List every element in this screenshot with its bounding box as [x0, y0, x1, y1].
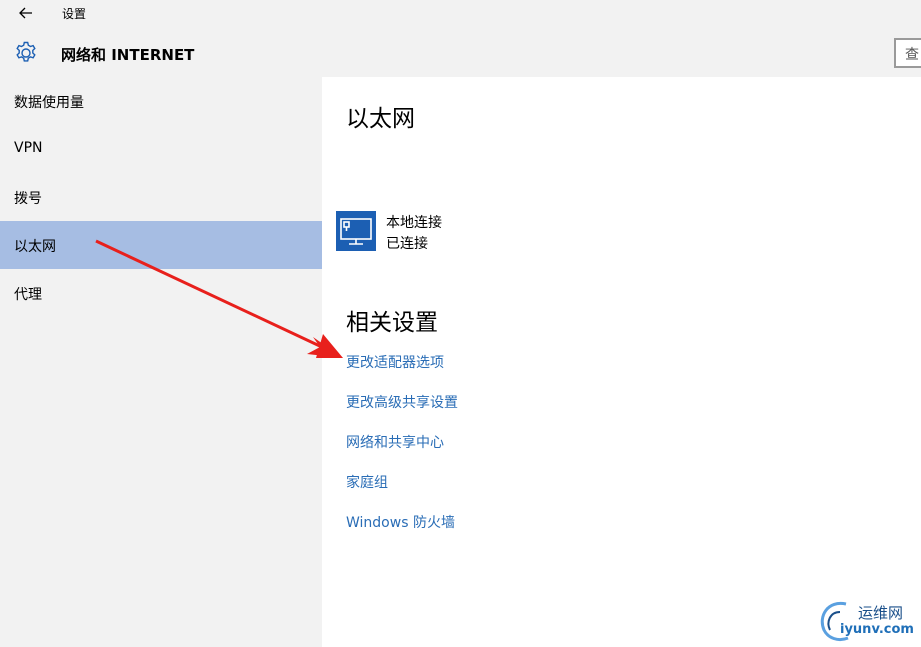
sidebar-item-dial-up[interactable]: 拨号: [0, 173, 322, 221]
window-title: 设置: [62, 7, 87, 21]
watermark-logo: 运维网 iyunv.com: [816, 598, 920, 644]
link-network-sharing-center[interactable]: 网络和共享中心: [346, 432, 444, 452]
gear-icon: [16, 41, 36, 62]
ethernet-monitor-icon: [340, 218, 372, 245]
sidebar-item-vpn[interactable]: VPN: [0, 125, 322, 173]
main-content: 以太网 本地连接 已连接 相关设置 更改适配器选项 更改高级共享设置 网络和共享…: [322, 77, 921, 647]
section-heading-related-settings: 相关设置: [346, 310, 438, 336]
link-homegroup[interactable]: 家庭组: [346, 472, 388, 492]
connection-status: 已连接: [386, 236, 428, 252]
sidebar-item-ethernet[interactable]: 以太网: [0, 221, 322, 269]
page-title: 网络和 INTERNET: [61, 46, 195, 64]
connection-name[interactable]: 本地连接: [386, 212, 442, 232]
watermark-text-en: iyunv.com: [840, 622, 914, 637]
link-windows-firewall[interactable]: Windows 防火墙: [346, 512, 455, 532]
link-advanced-sharing-settings[interactable]: 更改高级共享设置: [346, 392, 458, 412]
title-bar: 设置: [0, 0, 921, 26]
sidebar: 数据使用量 VPN 拨号 以太网 代理: [0, 77, 322, 647]
settings-window: 设置 网络和 INTERNET 查 数据使用量 VPN 拨号 以太网 代理 以太…: [0, 0, 921, 647]
link-change-adapter-options[interactable]: 更改适配器选项: [346, 352, 444, 372]
page-header: 网络和 INTERNET 查: [0, 26, 921, 77]
watermark-text-cn: 运维网: [858, 604, 904, 622]
sidebar-item-data-usage[interactable]: 数据使用量: [0, 77, 322, 125]
section-heading-ethernet: 以太网: [346, 106, 415, 132]
watermark-swirl-icon: [820, 601, 849, 642]
back-button[interactable]: [16, 3, 36, 23]
search-input[interactable]: 查: [894, 38, 921, 68]
back-arrow-icon: [19, 7, 32, 19]
ethernet-connection-tile[interactable]: [336, 211, 376, 251]
sidebar-item-proxy[interactable]: 代理: [0, 269, 322, 317]
